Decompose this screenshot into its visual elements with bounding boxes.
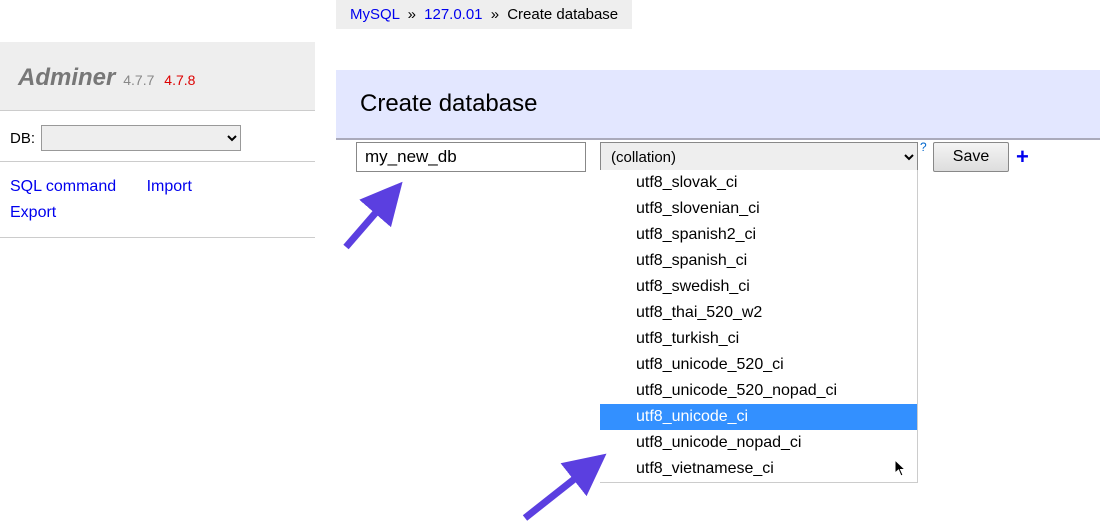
collation-option[interactable]: utf8_slovenian_ci	[600, 196, 917, 222]
link-sql-command[interactable]: SQL command	[10, 178, 116, 195]
sidebar: Adminer 4.7.7 4.7.8 DB: SQL command Impo…	[0, 42, 315, 238]
collation-option[interactable]: utf8_slovak_ci	[600, 170, 917, 196]
sidebar-links: SQL command Import Export	[0, 162, 315, 238]
db-select[interactable]	[41, 125, 241, 151]
collation-option[interactable]: utf8_unicode_nopad_ci	[600, 430, 917, 456]
collation-option[interactable]: utf8_vietnamese_ci	[600, 456, 917, 482]
link-import[interactable]: Import	[147, 178, 192, 195]
collation-option[interactable]: utf8_thai_520_w2	[600, 300, 917, 326]
db-selector-row: DB:	[0, 111, 315, 162]
collation-select[interactable]: (collation)	[600, 142, 918, 172]
collation-option[interactable]: utf8_swedish_ci	[600, 274, 917, 300]
collation-option[interactable]: utf8_turkish_ci	[600, 326, 917, 352]
app-version-new[interactable]: 4.7.8	[164, 72, 195, 88]
breadcrumb-sep: »	[487, 6, 503, 23]
breadcrumb-host[interactable]: 127.0.01	[424, 6, 482, 23]
database-name-input[interactable]	[356, 142, 586, 172]
save-button[interactable]: Save	[933, 142, 1009, 172]
breadcrumb: MySQL » 127.0.01 » Create database	[336, 0, 632, 29]
link-export[interactable]: Export	[10, 204, 56, 221]
collation-option[interactable]: utf8_spanish_ci	[600, 248, 917, 274]
breadcrumb-sep: »	[404, 6, 420, 23]
sidebar-title-block: Adminer 4.7.7 4.7.8	[0, 42, 315, 111]
collation-option-selected[interactable]: utf8_unicode_ci	[600, 404, 917, 430]
add-button[interactable]: +	[1016, 144, 1029, 170]
annotation-arrow-icon	[338, 175, 418, 255]
breadcrumb-current: Create database	[507, 6, 618, 23]
app-version: 4.7.7	[123, 72, 154, 88]
collation-help-link[interactable]: ?	[920, 140, 927, 154]
collation-option[interactable]: utf8_unicode_520_nopad_ci	[600, 378, 917, 404]
breadcrumb-driver[interactable]: MySQL	[350, 6, 399, 23]
create-db-form: (collation) ? Save +	[356, 142, 586, 172]
collation-option[interactable]: utf8_unicode_520_ci	[600, 352, 917, 378]
collation-option[interactable]: utf8_spanish2_ci	[600, 222, 917, 248]
page-title: Create database	[336, 70, 1100, 140]
db-label: DB:	[10, 130, 35, 147]
collation-dropdown-list[interactable]: utf8_slovak_ci utf8_slovenian_ci utf8_sp…	[600, 170, 918, 483]
app-title: Adminer	[18, 64, 115, 91]
